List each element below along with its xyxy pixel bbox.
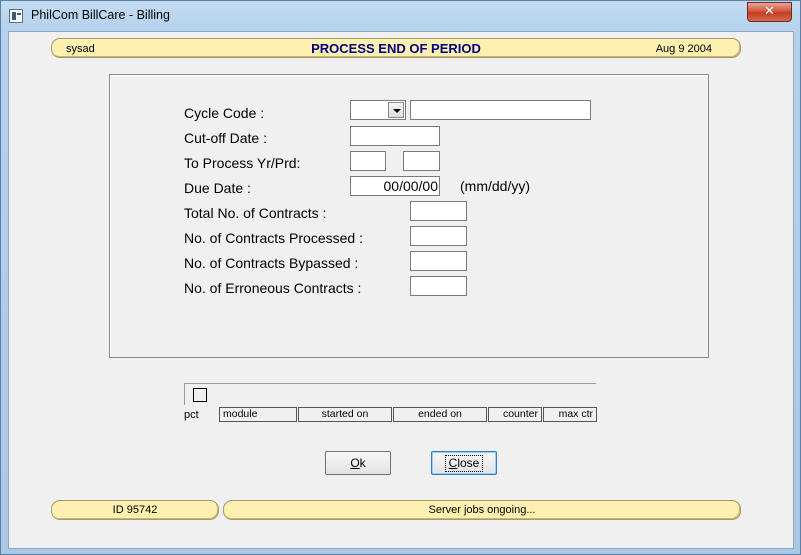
app-window-icon[interactable] [9,9,23,23]
window-title: PhilCom BillCare - Billing [31,8,170,22]
column-max-ctr: max ctr [543,407,597,422]
contracts-processed-field[interactable] [410,226,467,246]
process-yr-prd-label: To Process Yr/Prd: [184,155,301,171]
progress-bar-area [184,383,596,405]
contracts-bypassed-label: No. of Contracts Bypassed : [184,255,359,271]
total-contracts-field[interactable] [410,201,467,221]
cycle-code-select[interactable] [350,100,406,120]
erroneous-contracts-field[interactable] [410,276,467,296]
pct-label: pct [184,409,199,421]
header-date: Aug 9 2004 [655,43,712,55]
title-bar[interactable]: PhilCom BillCare - Billing ✕ [1,1,800,31]
due-date-field[interactable]: 00/00/00 [350,176,440,196]
client-area: sysad PROCESS END OF PERIOD Aug 9 2004 C… [8,31,794,549]
column-ended-on: ended on [393,407,487,422]
close-button-label: lose [457,456,480,470]
due-date-format-hint: (mm/dd/yy) [460,178,530,194]
process-period-field[interactable] [403,151,440,171]
erroneous-contracts-label: No. of Erroneous Contracts : [184,280,362,296]
due-date-label: Due Date : [184,180,251,196]
session-id: ID 95742 [112,504,158,516]
close-button[interactable]: Close [431,451,497,475]
chevron-down-icon[interactable] [388,102,404,118]
process-year-field[interactable] [350,151,386,171]
header-bar: sysad PROCESS END OF PERIOD Aug 9 2004 [51,38,741,58]
page-title: PROCESS END OF PERIOD [311,41,481,56]
contracts-processed-label: No. of Contracts Processed : [184,230,363,246]
cycle-code-description-field[interactable] [410,100,591,120]
column-started-on: started on [298,407,392,422]
pct-indicator-box [193,388,207,402]
cycle-code-label: Cycle Code : [184,105,265,121]
ok-button[interactable]: Ok [325,451,391,475]
column-module: module [219,407,297,422]
app-window: PhilCom BillCare - Billing ✕ sysad PROCE… [0,0,801,555]
cutoff-date-label: Cut-off Date : [184,130,268,146]
total-contracts-label: Total No. of Contracts : [184,205,327,221]
id-panel: ID 95742 [51,500,219,520]
ok-button-mnemonic: O [350,456,360,470]
column-counter: counter [488,407,542,422]
cutoff-date-field[interactable] [350,126,440,146]
contracts-bypassed-field[interactable] [410,251,467,271]
status-text: Server jobs ongoing... [428,504,536,516]
close-icon[interactable]: ✕ [747,2,792,22]
ok-button-label: k [359,456,366,470]
progress-panel: pct module started on ended on counter m… [184,383,597,423]
status-bar: Server jobs ongoing... [223,500,741,520]
